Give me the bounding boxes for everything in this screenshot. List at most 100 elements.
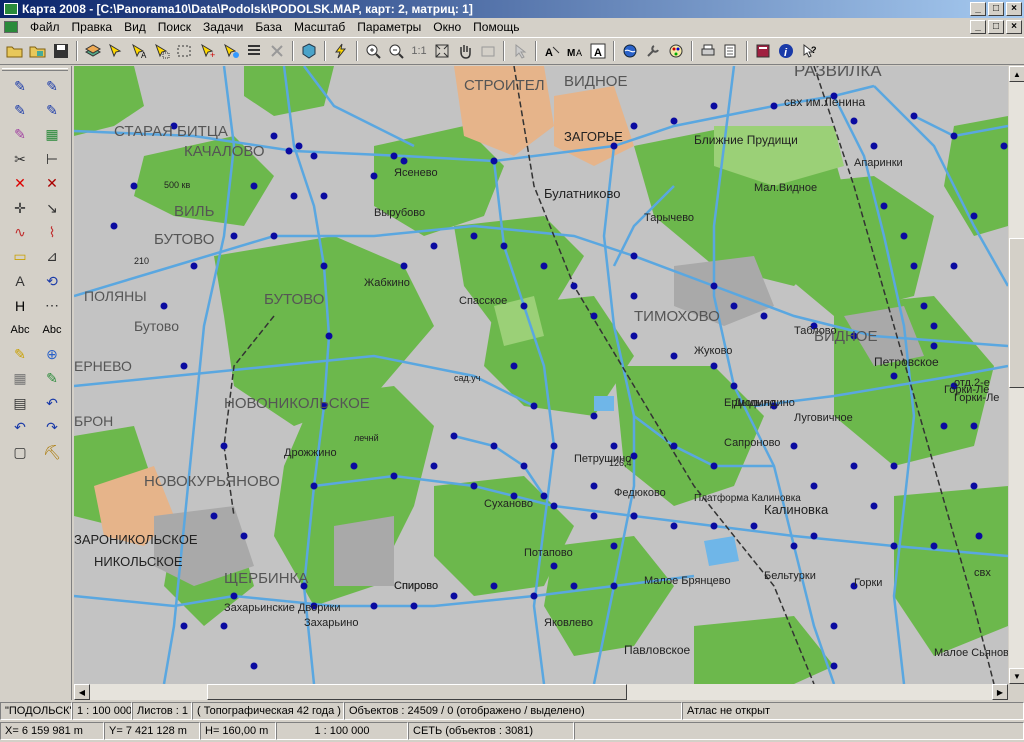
list-icon[interactable] [243,40,265,62]
font-a-icon[interactable]: A [587,40,609,62]
mdi-minimize-button[interactable]: _ [970,20,986,34]
select-add-icon[interactable]: + [197,40,219,62]
network-node [520,302,528,310]
window-icon[interactable]: ▢ [4,440,36,464]
magnify-plus-icon[interactable]: ⊕ [36,342,68,366]
pointer-icon[interactable] [509,40,531,62]
mdi-restore-button[interactable]: □ [988,20,1004,34]
select-region-icon[interactable] [174,40,196,62]
ruler-angle-icon[interactable]: ⊿ [36,245,68,269]
print-preview-icon[interactable] [720,40,742,62]
help-pointer-icon[interactable]: ? [798,40,820,62]
wrench-icon[interactable] [642,40,664,62]
abc-text-2-icon[interactable]: Abc [36,318,68,342]
menu-scale[interactable]: Масштаб [288,20,351,34]
pencil-green-icon[interactable]: ✎ [36,367,68,391]
abc-text-icon[interactable]: Abc [4,318,36,342]
move-point-icon[interactable]: ✛ [4,196,36,220]
ruler-icon[interactable]: ▭ [4,245,36,269]
delete-vertex-icon[interactable]: ✕ [36,172,68,196]
vertical-scroll-thumb[interactable] [1009,238,1024,388]
highlight-icon[interactable]: ✎ [4,342,36,366]
menu-search[interactable]: Поиск [152,20,197,34]
menu-edit[interactable]: Правка [66,20,119,34]
network-node [590,482,598,490]
select-area-icon[interactable] [151,40,173,62]
network-node [930,342,938,350]
grid-icon[interactable]: ▦ [4,367,36,391]
frame-dots-icon[interactable]: ⋯ [36,294,68,318]
delete-x-icon[interactable]: ✕ [4,172,36,196]
globe-icon[interactable] [619,40,641,62]
scroll-left-icon[interactable]: ◀ [74,684,90,700]
scroll-down-icon[interactable]: ▼ [1009,668,1024,684]
network-node [630,292,638,300]
network-node [830,662,838,670]
menu-view[interactable]: Вид [118,20,152,34]
mdi-close-button[interactable]: × [1006,20,1022,34]
zoom-fit-icon[interactable] [431,40,453,62]
scroll-up-icon[interactable]: ▲ [1009,66,1024,82]
menu-parameters[interactable]: Параметры [351,20,427,34]
scroll-right-icon[interactable]: ▶ [992,684,1008,700]
svg-text:A: A [576,48,582,58]
select-filter-icon[interactable] [220,40,242,62]
split-line-icon[interactable]: ⊢ [36,147,68,171]
zoom-actual-button[interactable]: 1:1 [408,40,430,62]
layers-icon[interactable] [82,40,104,62]
palette-icon[interactable] [665,40,687,62]
cross-filter-icon[interactable] [266,40,288,62]
curve-line-icon[interactable]: ⌇ [36,220,68,244]
info-icon[interactable]: i [775,40,797,62]
close-button[interactable]: × [1006,2,1022,16]
text-pen-icon[interactable]: A [4,269,36,293]
select-text-icon[interactable]: A [128,40,150,62]
hand-pan-icon[interactable] [454,40,476,62]
height-icon[interactable]: H [4,294,36,318]
map-text-icon[interactable]: MA [564,40,586,62]
menu-database[interactable]: База [249,20,288,34]
pen-edit-icon[interactable]: ✎ [36,74,68,98]
pen-segment-icon[interactable]: ✎ [4,98,36,122]
map-label: Яковлево [544,617,593,629]
table-edit-icon[interactable]: ▤ [4,391,36,415]
rotate-icon[interactable]: ⟲ [36,269,68,293]
network-node [390,472,398,480]
redo-icon[interactable]: ↷ [36,415,68,439]
network-node [220,442,228,450]
print-icon[interactable] [697,40,719,62]
excavator-icon[interactable]: ⛏ [36,440,68,464]
book-icon[interactable] [752,40,774,62]
pan-back-icon[interactable] [477,40,499,62]
horizontal-scroll-thumb[interactable] [207,684,627,700]
undo-icon[interactable]: ↶ [4,415,36,439]
pen-brush-icon[interactable]: ✎ [4,123,36,147]
pen-create-icon[interactable]: ✎ [4,74,36,98]
select-object-icon[interactable] [105,40,127,62]
cube-icon[interactable] [298,40,320,62]
menu-file[interactable]: Файл [24,20,66,34]
line-branch-icon[interactable]: ↘ [36,196,68,220]
maximize-button[interactable]: □ [988,2,1004,16]
document-icon[interactable] [4,21,18,33]
vertical-scrollbar[interactable]: ▲ ▼ [1008,66,1024,684]
lightning-icon[interactable] [330,40,352,62]
wave-line-icon[interactable]: ∿ [4,220,36,244]
save-icon[interactable] [50,40,72,62]
pen-vertex-icon[interactable]: ✎ [36,98,68,122]
horizontal-scrollbar[interactable]: ◀ ▶ [74,684,1008,700]
menu-window[interactable]: Окно [427,20,467,34]
open-map-icon[interactable] [27,40,49,62]
text-search-icon[interactable]: A [541,40,563,62]
zoom-out-icon[interactable] [385,40,407,62]
undo-list-icon[interactable]: ↶ [36,391,68,415]
menu-help[interactable]: Помощь [467,20,525,34]
open-folder-icon[interactable] [4,40,26,62]
zoom-in-icon[interactable] [362,40,384,62]
minimize-button[interactable]: _ [970,2,986,16]
map-canvas[interactable]: СТРОИТЕЛ ВИДНОЕ РАЗВИЛКА СТАРАЯ БИТЦА КАЧАЛО… [74,66,1008,684]
hatch-icon[interactable]: ▦ [36,123,68,147]
scissors-icon[interactable]: ✂ [4,147,36,171]
palette-grip[interactable] [2,68,68,71]
menu-tasks[interactable]: Задачи [197,20,249,34]
